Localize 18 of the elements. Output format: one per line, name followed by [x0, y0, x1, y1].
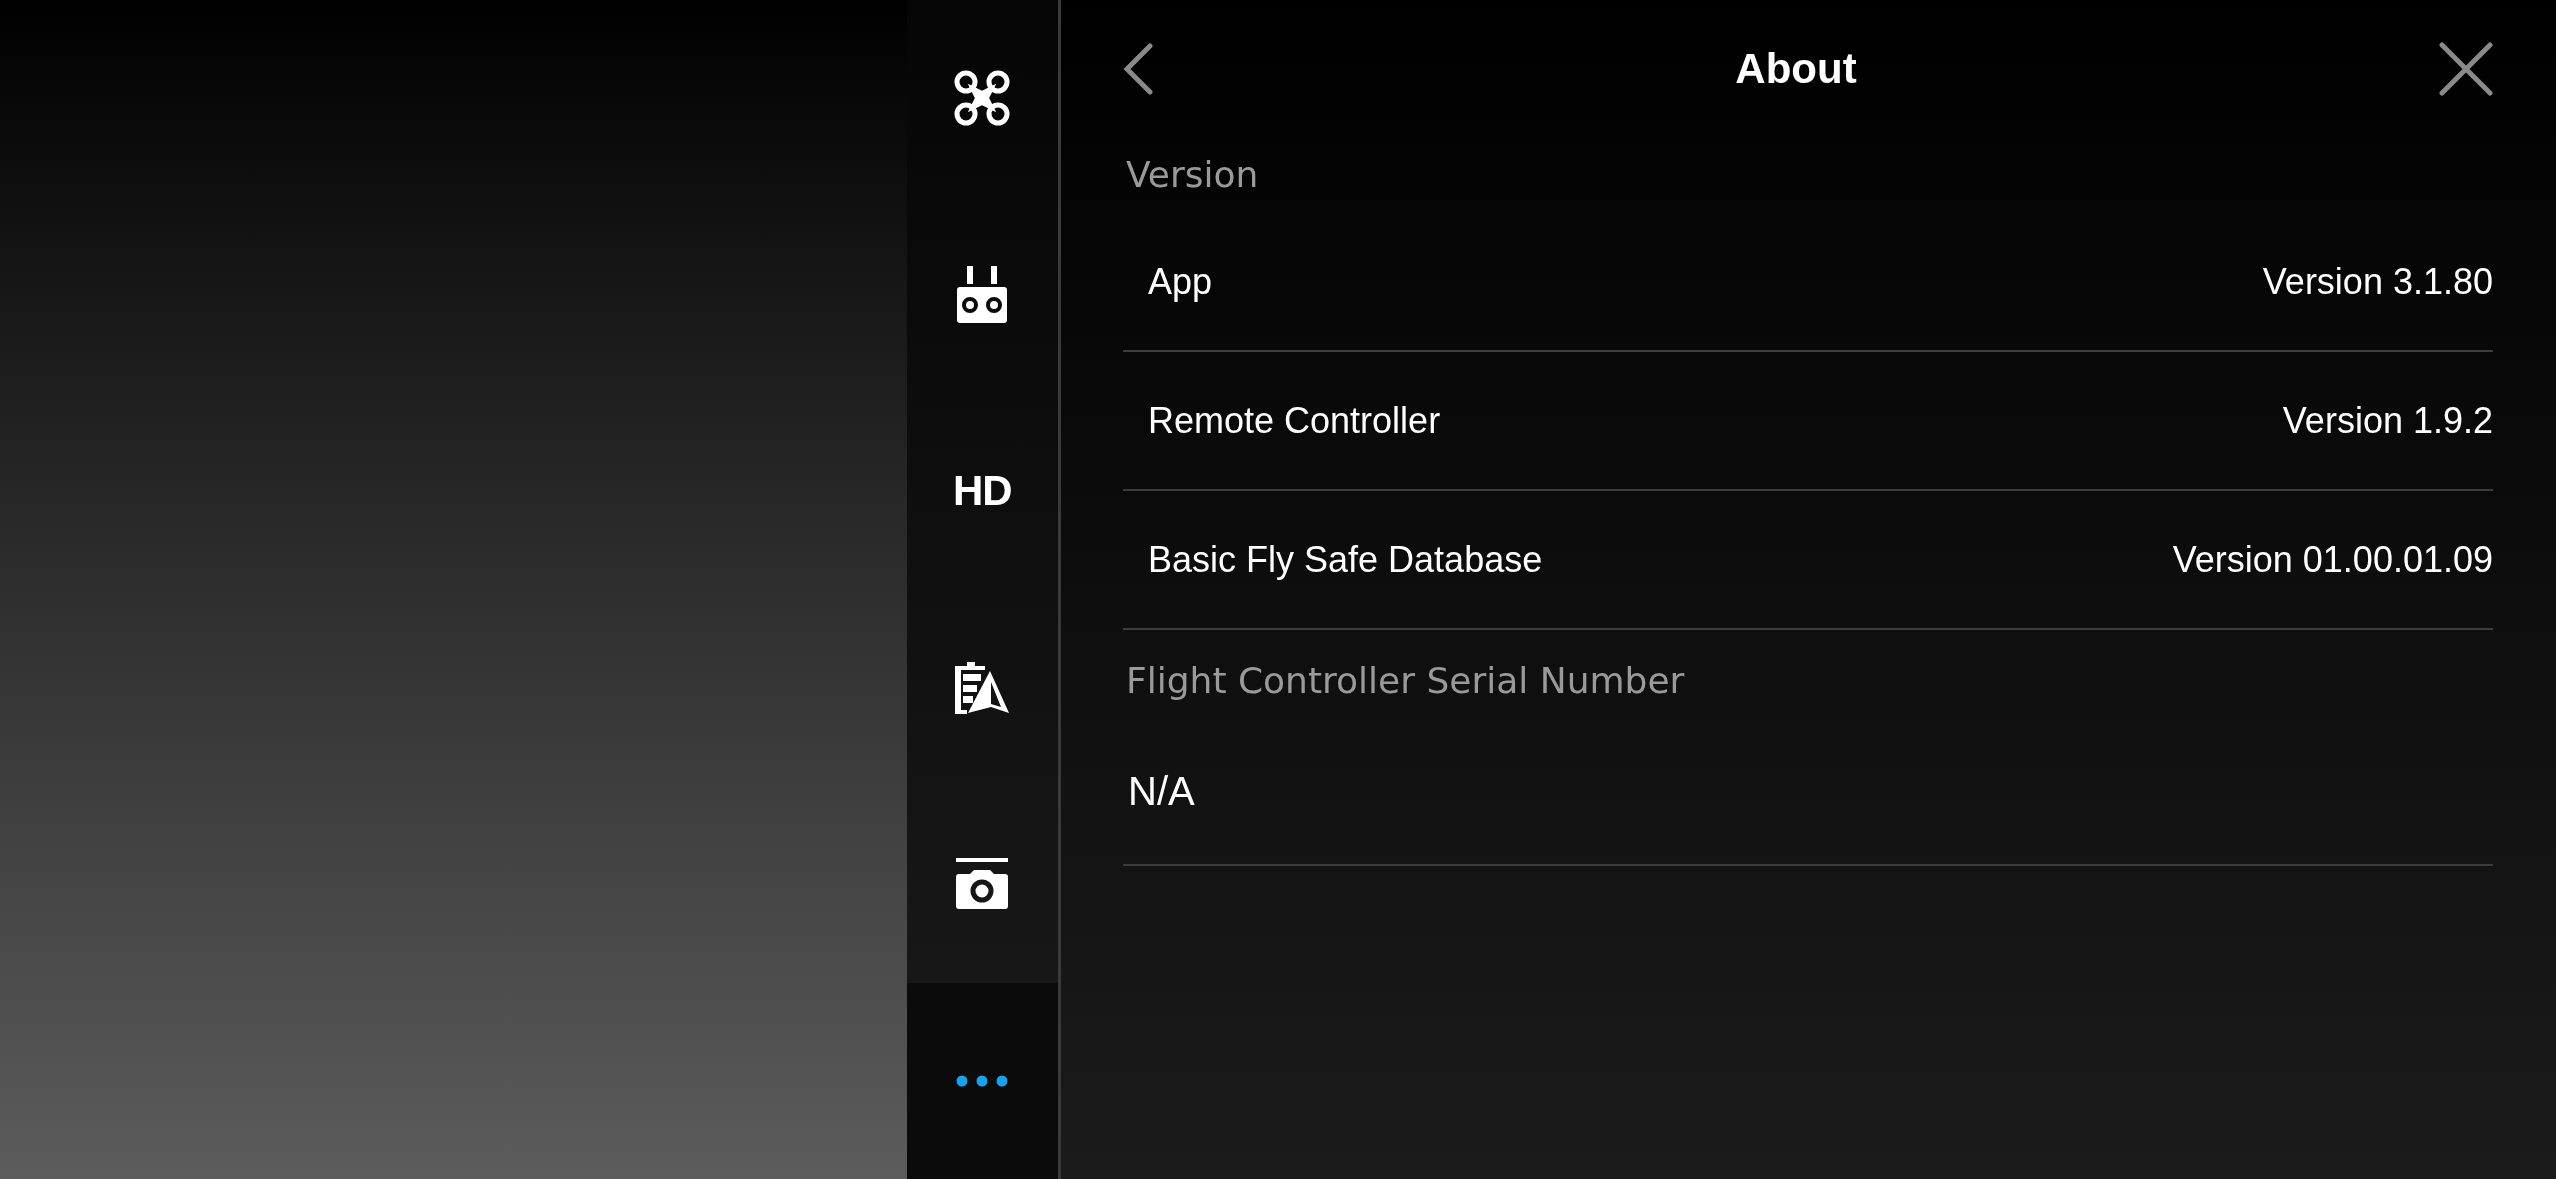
close-button[interactable] [2439, 42, 2493, 96]
section-title: Flight Controller Serial Number [1125, 659, 1686, 703]
section-title: Version [1125, 153, 1260, 197]
drone-icon [954, 70, 1011, 127]
row-label: App [1148, 260, 1214, 303]
camera-icon [955, 858, 1010, 911]
serial-number-value: N/A [1128, 769, 1196, 814]
battery-navigation-icon [954, 661, 1011, 714]
version-value: Version 3.1.80 [2261, 260, 2493, 303]
row-label: Remote Controller [1148, 399, 1442, 442]
page-title: About [1735, 45, 1857, 93]
version-value: Version 1.9.2 [2281, 399, 2493, 442]
hd-tab[interactable]: HD [906, 393, 1058, 590]
more-icon [956, 1074, 1009, 1087]
version-value: Version 01.00.01.09 [2171, 538, 2493, 581]
remote-controller-icon [956, 265, 1009, 324]
row-label: Basic Fly Safe Database [1148, 538, 1544, 581]
back-button[interactable] [1123, 43, 1153, 95]
